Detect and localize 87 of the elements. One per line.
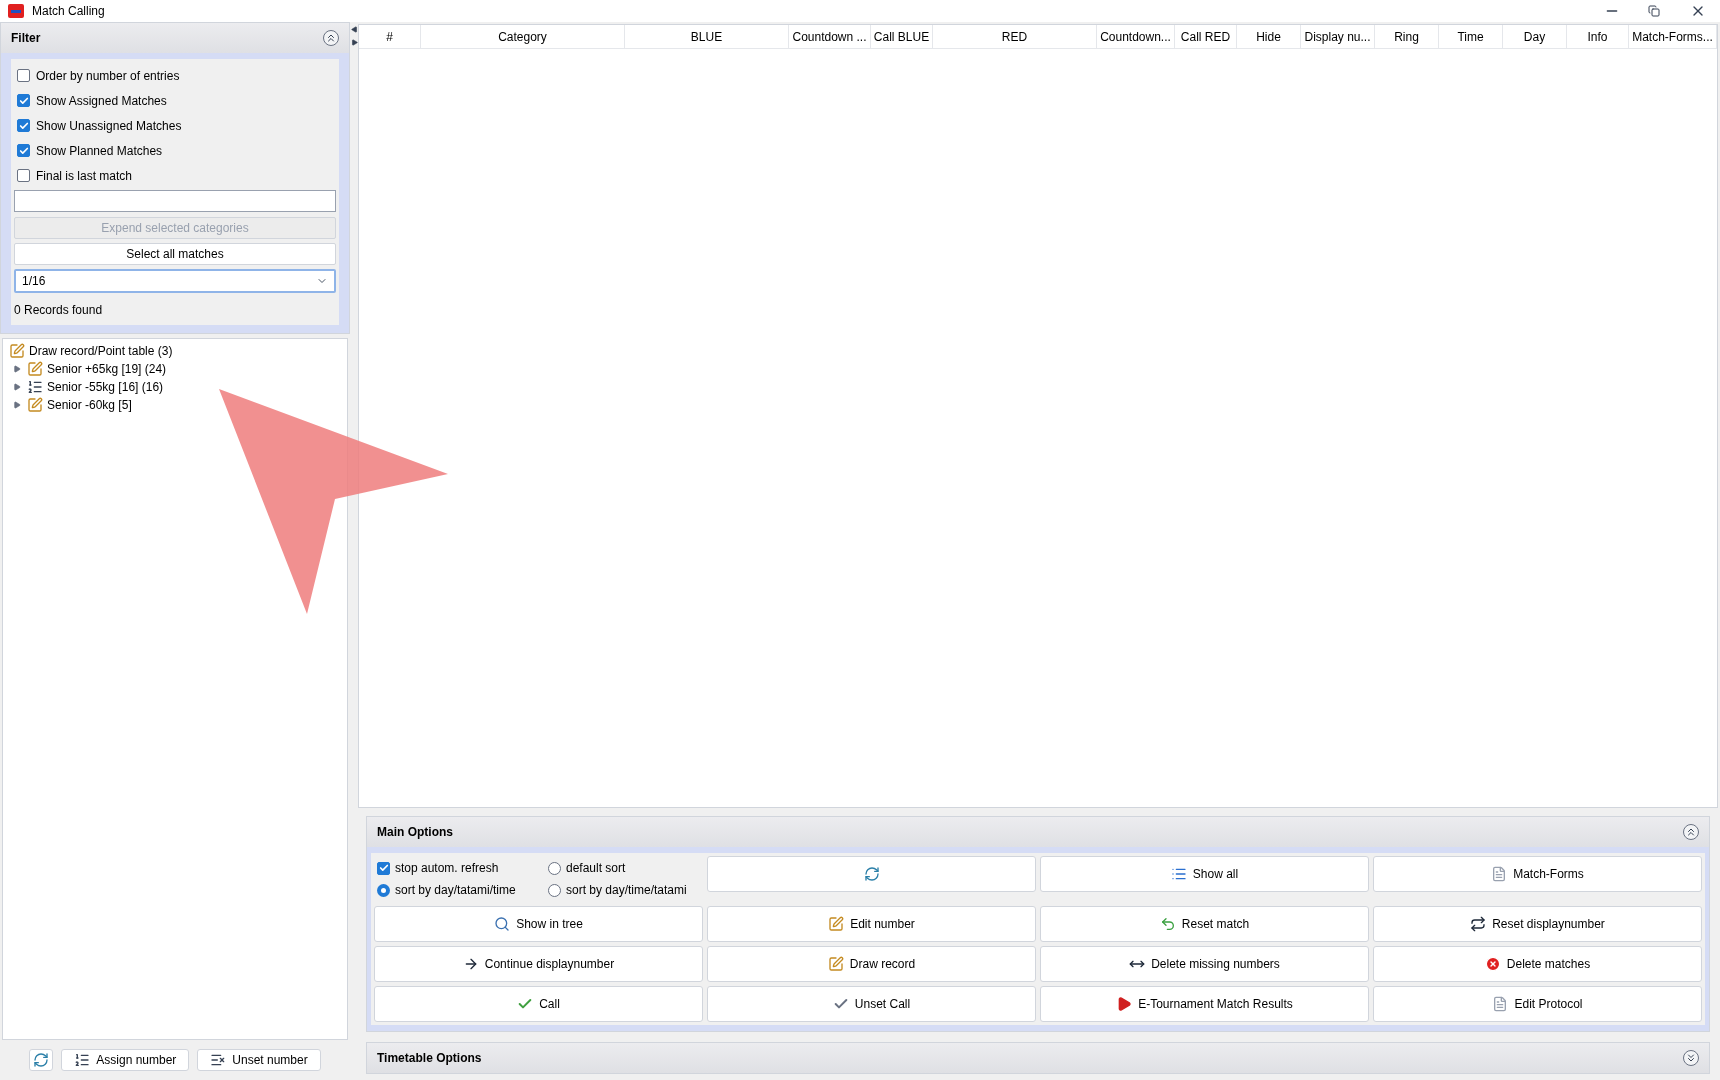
- expander-icon[interactable]: [13, 401, 23, 409]
- edit-icon: [27, 361, 43, 377]
- numbered-list-icon: [74, 1052, 91, 1068]
- checkbox-label: Show Assigned Matches: [36, 92, 167, 110]
- action-button[interactable]: E-Tournament Match Results: [1040, 986, 1369, 1022]
- checkbox-label: Show Planned Matches: [36, 142, 163, 160]
- refresh-icon: [863, 866, 880, 882]
- edit-icon: [827, 956, 844, 972]
- column-header[interactable]: Countdown...: [1097, 25, 1175, 48]
- radio-label: sort by day/tatami/time: [395, 882, 516, 899]
- column-header[interactable]: #: [359, 25, 421, 48]
- radio-label: default sort: [566, 860, 626, 877]
- unset-list-icon: [210, 1052, 227, 1068]
- column-header[interactable]: Call RED: [1175, 25, 1237, 48]
- action-button[interactable]: Reset displaynumber: [1373, 906, 1702, 942]
- edit-icon: [9, 343, 25, 359]
- edit-icon: [27, 397, 43, 413]
- tree-item[interactable]: Senior +65kg [19] (24): [47, 360, 167, 378]
- expander-icon[interactable]: [13, 383, 23, 391]
- column-header[interactable]: Display nu...: [1301, 25, 1375, 48]
- filter-button[interactable]: Select all matches: [14, 243, 336, 265]
- collapse-icon[interactable]: [323, 30, 339, 46]
- radio-label: sort by day/time/tatami: [566, 882, 687, 899]
- action-button[interactable]: Continue displaynumber: [374, 946, 703, 982]
- checkbox[interactable]: [377, 861, 390, 875]
- restore-icon[interactable]: [1648, 5, 1660, 17]
- column-header[interactable]: BLUE: [625, 25, 789, 48]
- section-title: Main Options: [377, 824, 453, 841]
- action-button[interactable]: Draw record: [707, 946, 1036, 982]
- action-button[interactable]: Show in tree: [374, 906, 703, 942]
- action-button[interactable]: Match-Forms: [1373, 856, 1702, 892]
- window-title: Match Calling: [32, 3, 105, 20]
- document-icon: [1491, 866, 1508, 882]
- action-button[interactable]: Call: [374, 986, 703, 1022]
- action-button[interactable]: Delete matches: [1373, 946, 1702, 982]
- refresh-icon: [33, 1052, 50, 1068]
- refresh-button[interactable]: [29, 1049, 54, 1071]
- action-button[interactable]: Edit number: [707, 906, 1036, 942]
- action-button[interactable]: Delete missing numbers: [1040, 946, 1369, 982]
- action-button[interactable]: Unset Call: [707, 986, 1036, 1022]
- app-logo-icon: [8, 4, 24, 18]
- collapse-icon[interactable]: [1683, 824, 1699, 840]
- toolbar-button[interactable]: Assign number: [61, 1049, 190, 1071]
- toolbar-button[interactable]: Unset number: [197, 1049, 321, 1071]
- column-header[interactable]: Time: [1439, 25, 1503, 48]
- expand-icon[interactable]: [1683, 1050, 1699, 1066]
- tree-item[interactable]: Senior -60kg [5]: [47, 396, 132, 414]
- column-header[interactable]: Countdown ...: [789, 25, 871, 48]
- undo-icon: [1159, 916, 1176, 932]
- checkbox-label: Order by number of entries: [36, 67, 180, 85]
- radio-button[interactable]: [548, 861, 561, 875]
- column-header[interactable]: Ring: [1375, 25, 1439, 48]
- column-header[interactable]: Day: [1503, 25, 1567, 48]
- search-icon: [494, 916, 511, 932]
- action-button[interactable]: Edit Protocol: [1373, 986, 1702, 1022]
- tree-item[interactable]: Draw record/Point table (3): [29, 342, 173, 360]
- arrows-icon: [1470, 916, 1487, 932]
- checkbox[interactable]: [17, 119, 30, 132]
- section-title: Filter: [11, 30, 41, 47]
- checkbox[interactable]: [17, 94, 30, 107]
- checkbox[interactable]: [17, 69, 30, 82]
- section-title: Timetable Options: [377, 1050, 482, 1067]
- column-header[interactable]: Category: [421, 25, 625, 48]
- list-icon: [1170, 866, 1187, 882]
- checkbox-label: Show Unassigned Matches: [36, 117, 182, 135]
- tree-item[interactable]: Senior -55kg [16] (16): [47, 378, 164, 396]
- round-dropdown[interactable]: 1/16: [14, 269, 336, 293]
- records-count: 0 Records found: [14, 302, 104, 319]
- action-button[interactable]: Reset match: [1040, 906, 1369, 942]
- checkbox[interactable]: [17, 144, 30, 157]
- column-header[interactable]: RED: [933, 25, 1097, 48]
- column-header[interactable]: Match-Forms...: [1629, 25, 1717, 48]
- radio-button[interactable]: [377, 883, 390, 897]
- checkbox-label: Final is last match: [36, 167, 133, 185]
- edit-icon: [828, 916, 845, 932]
- column-header[interactable]: Info: [1567, 25, 1629, 48]
- expander-icon[interactable]: [13, 365, 23, 373]
- document-icon: [1492, 996, 1509, 1012]
- radio-button[interactable]: [548, 883, 561, 897]
- numbered-list-icon: [27, 379, 43, 395]
- delete-icon: [1484, 956, 1501, 972]
- column-header[interactable]: Call BLUE: [871, 25, 933, 48]
- filter-input[interactable]: [14, 190, 336, 212]
- checkbox[interactable]: [17, 169, 30, 182]
- checkbox-label: stop autom. refresh: [395, 860, 499, 877]
- action-button[interactable]: Show all: [1040, 856, 1369, 892]
- column-header[interactable]: Hide: [1237, 25, 1301, 48]
